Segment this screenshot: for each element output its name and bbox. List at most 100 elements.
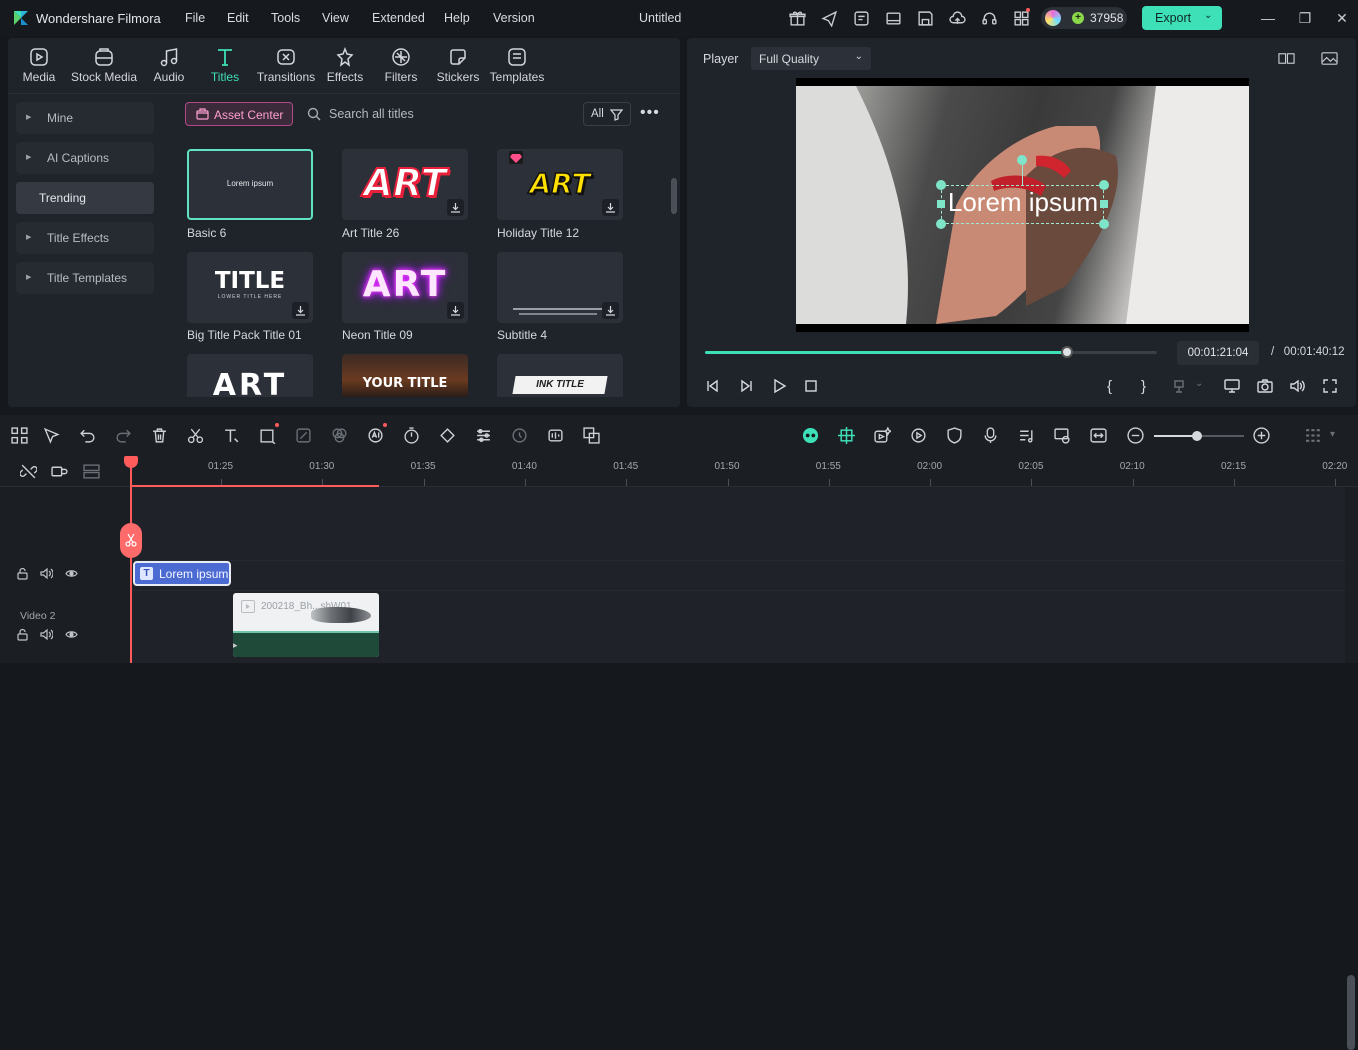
group-link-icon[interactable]	[51, 463, 69, 481]
chevron-down-icon[interactable]: ⌄	[1195, 378, 1213, 396]
category-title-effects[interactable]: ▶ Title Effects	[16, 222, 154, 254]
resize-handle[interactable]	[1099, 219, 1109, 229]
progress-knob[interactable]	[1060, 346, 1073, 358]
auto-highlight-icon[interactable]	[874, 426, 893, 445]
timeline-zoom-slider[interactable]	[1154, 431, 1244, 441]
menu-version[interactable]: Version	[493, 11, 535, 25]
speed-timer-icon[interactable]	[403, 427, 421, 445]
timeline-ruler[interactable]: 01:25 01:30 01:35 01:40 01:45 01:50 01:55 02:00…	[0, 457, 1358, 487]
asset-center-button[interactable]: Asset Center	[185, 102, 293, 126]
category-title-templates[interactable]: ▶ Title Templates	[16, 262, 154, 294]
title-card-ink-title[interactable]: INK TITLE	[497, 354, 623, 397]
delete-icon[interactable]	[151, 427, 169, 445]
audio-stretch-icon[interactable]	[547, 427, 565, 445]
title-card-holiday-title-12[interactable]: ART	[497, 149, 623, 220]
preview-title-text[interactable]: Lorem ipsum	[938, 187, 1108, 218]
stop-icon[interactable]	[803, 378, 821, 396]
split-handle[interactable]	[120, 523, 142, 558]
eye-icon[interactable]	[65, 567, 79, 581]
search-input[interactable]	[329, 104, 559, 124]
tab-audio[interactable]: Audio	[148, 42, 190, 90]
playback-progress[interactable]	[705, 346, 1157, 358]
fit-timeline-icon[interactable]	[1090, 427, 1108, 445]
tab-filters[interactable]: Filters	[380, 42, 422, 90]
replace-clip-icon[interactable]	[1054, 427, 1072, 445]
insert-icon[interactable]	[1173, 378, 1191, 396]
download-icon[interactable]	[447, 199, 464, 216]
title-card-basic-6[interactable]: Lorem ipsum	[187, 149, 313, 220]
category-trending[interactable]: Trending	[16, 182, 154, 214]
audio-mix-icon[interactable]	[1018, 427, 1036, 445]
mark-in-icon[interactable]: {	[1107, 378, 1125, 396]
tab-stickers[interactable]: Stickers	[435, 42, 481, 90]
video-preview[interactable]: Lorem ipsum	[796, 78, 1249, 332]
snap-magnet-icon[interactable]	[838, 427, 856, 445]
save-icon[interactable]	[916, 9, 934, 27]
ai-copilot-icon[interactable]	[802, 427, 820, 445]
compare-view-icon[interactable]	[1277, 49, 1295, 67]
blend-icon[interactable]	[331, 427, 349, 445]
close-icon[interactable]: ✕	[1333, 9, 1351, 27]
zoom-out-icon[interactable]	[1127, 427, 1145, 445]
microphone-icon[interactable]	[982, 427, 1000, 445]
chevron-down-icon[interactable]: ⌄	[1204, 10, 1212, 21]
keyframe-icon[interactable]	[439, 427, 457, 445]
category-ai-captions[interactable]: ▶ AI Captions	[16, 142, 154, 174]
cloud-upload-icon[interactable]	[948, 9, 966, 27]
tab-templates[interactable]: Templates	[488, 42, 546, 90]
export-button[interactable]: Export ⌄	[1142, 6, 1222, 30]
fullscreen-icon[interactable]	[1322, 378, 1340, 396]
select-tool-icon[interactable]	[43, 427, 61, 445]
clip-handle-icon[interactable]: ▸	[233, 640, 238, 651]
zoom-in-icon[interactable]	[1253, 427, 1271, 445]
layout-grid-icon[interactable]	[11, 427, 29, 445]
category-mine[interactable]: ▶ Mine	[16, 102, 154, 134]
rotate-handle[interactable]	[1017, 155, 1027, 165]
display-icon[interactable]	[1224, 378, 1242, 396]
shield-icon[interactable]	[946, 427, 964, 445]
menu-view[interactable]: View	[322, 11, 349, 25]
tab-transitions[interactable]: Transitions	[256, 42, 316, 90]
current-time[interactable]: 00:01:21:04	[1177, 341, 1259, 365]
title-card-art[interactable]: ART	[187, 354, 313, 397]
playhead[interactable]	[130, 460, 132, 663]
gift-icon[interactable]	[788, 9, 806, 27]
timeline-vertical-scrollbar[interactable]	[1347, 975, 1355, 1050]
text-tool-icon[interactable]	[223, 427, 241, 445]
send-icon[interactable]	[820, 9, 838, 27]
menu-tools[interactable]: Tools	[271, 11, 300, 25]
minimize-icon[interactable]: —	[1259, 9, 1277, 27]
credits-badge[interactable]: + 37958	[1041, 7, 1127, 29]
link-break-icon[interactable]	[19, 463, 38, 481]
download-icon[interactable]	[602, 199, 619, 216]
title-card-neon-title-09[interactable]: ART	[342, 252, 468, 323]
track-manager-icon[interactable]	[83, 463, 101, 481]
render-preview-icon[interactable]	[910, 427, 928, 445]
menu-help[interactable]: Help	[444, 11, 470, 25]
resize-handle[interactable]	[936, 219, 946, 229]
mark-out-icon[interactable]: }	[1141, 378, 1159, 396]
resize-handle[interactable]	[936, 180, 946, 190]
speaker-icon[interactable]	[40, 628, 54, 642]
color-match-icon[interactable]	[295, 427, 313, 445]
tab-stock-media[interactable]: Stock Media	[70, 42, 138, 90]
menu-file[interactable]: File	[185, 11, 205, 25]
title-card-art-title-26[interactable]: ART	[342, 149, 468, 220]
eye-icon[interactable]	[65, 628, 79, 642]
redo-icon[interactable]	[115, 427, 133, 445]
previous-frame-icon[interactable]	[705, 378, 723, 396]
camera-icon[interactable]	[1257, 378, 1275, 396]
undo-icon[interactable]	[79, 427, 97, 445]
resize-handle[interactable]	[1099, 180, 1109, 190]
resize-handle[interactable]	[937, 200, 945, 208]
video-clip[interactable]: 200218_Bh...shW01 ▸	[233, 593, 379, 657]
translate-icon[interactable]	[583, 427, 601, 445]
more-options-icon[interactable]: •••	[640, 104, 660, 124]
tab-media[interactable]: Media	[16, 42, 62, 90]
chevron-down-icon[interactable]: ▾	[1330, 429, 1348, 447]
download-icon[interactable]	[292, 302, 309, 319]
headset-icon[interactable]	[980, 9, 998, 27]
lock-icon[interactable]	[16, 628, 30, 642]
snapshot-view-icon[interactable]	[1320, 49, 1338, 67]
maximize-icon[interactable]: ❐	[1296, 9, 1314, 27]
